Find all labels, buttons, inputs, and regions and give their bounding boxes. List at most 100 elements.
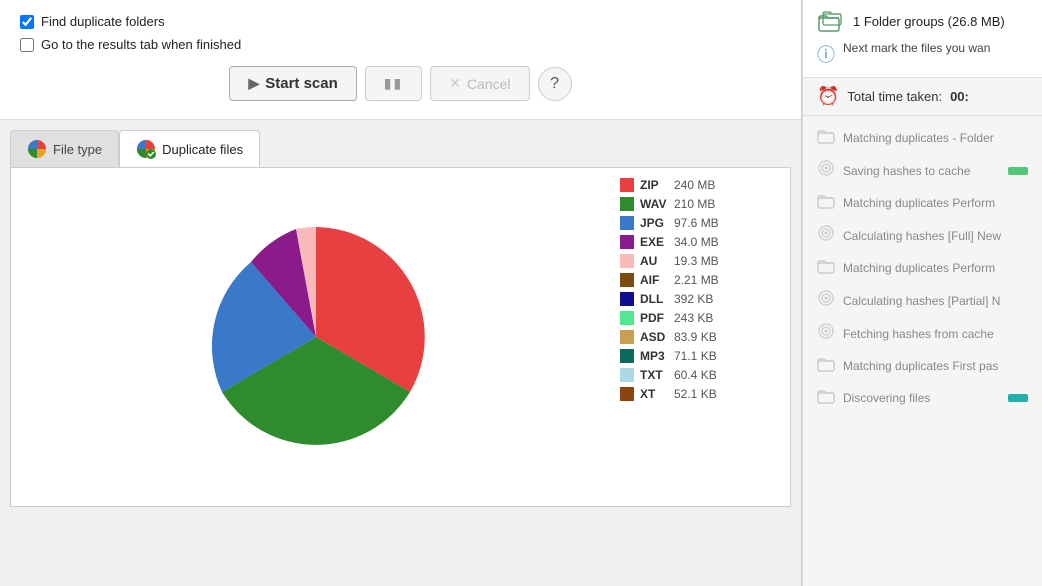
legend-color-box <box>620 197 634 211</box>
find-duplicates-row: Find duplicate folders <box>20 14 781 29</box>
progress-item: Matching duplicates First pas <box>803 350 1042 382</box>
legend-size: 52.1 KB <box>674 387 717 401</box>
folder-groups-row: 1 Folder groups (26.8 MB) <box>817 10 1028 32</box>
legend-item: ASD 83.9 KB <box>620 330 776 344</box>
progress-item-text: Fetching hashes from cache <box>843 327 1028 341</box>
progress-item: Fetching hashes from cache <box>803 317 1042 350</box>
progress-item-icon <box>817 193 835 214</box>
goto-results-checkbox[interactable] <box>20 38 34 52</box>
progress-item-text: Discovering files <box>843 391 1000 405</box>
legend-color-box <box>620 311 634 325</box>
total-time-value: 00: <box>950 89 969 104</box>
tab-bar: File type Duplicate files <box>10 130 791 167</box>
legend-color-box <box>620 254 634 268</box>
progress-item-icon <box>817 356 835 377</box>
progress-item-icon <box>817 159 835 182</box>
legend-size: 392 KB <box>674 292 713 306</box>
left-panel: Find duplicate folders Go to the results… <box>0 0 802 586</box>
progress-item: Matching duplicates - Folder <box>803 122 1042 154</box>
find-duplicates-checkbox[interactable] <box>20 15 34 29</box>
progress-item-icon <box>817 388 835 409</box>
tabs-container: File type Duplicate files <box>0 130 801 586</box>
legend-color-box <box>620 349 634 363</box>
tab-duplicate-files[interactable]: Duplicate files <box>119 130 260 167</box>
legend-item: AIF 2.21 MB <box>620 273 776 287</box>
legend-item: XT 52.1 KB <box>620 387 776 401</box>
progress-item-text: Matching duplicates - Folder <box>843 131 1028 145</box>
start-scan-button[interactable]: ▶ Start scan <box>229 66 356 101</box>
legend-size: 83.9 KB <box>674 330 717 344</box>
info-row: ⓘ Next mark the files you wan <box>817 40 1028 67</box>
legend-color-box <box>620 330 634 344</box>
tab-duplicate-files-label: Duplicate files <box>162 142 243 157</box>
legend-name: AU <box>640 254 668 268</box>
legend-name: TXT <box>640 368 668 382</box>
progress-item: Saving hashes to cache <box>803 154 1042 187</box>
legend-color-box <box>620 216 634 230</box>
progress-item-text: Matching duplicates Perform <box>843 196 1028 210</box>
legend-item: PDF 243 KB <box>620 311 776 325</box>
legend-name: WAV <box>640 197 668 211</box>
progress-bar <box>1008 394 1028 402</box>
start-scan-label: Start scan <box>265 75 338 92</box>
file-type-tab-icon <box>27 139 47 159</box>
progress-item: Matching duplicates Perform <box>803 187 1042 219</box>
time-row: ⏰ Total time taken: 00: <box>803 78 1042 116</box>
legend-name: MP3 <box>640 349 668 363</box>
help-button[interactable]: ? <box>538 67 572 101</box>
progress-item: Discovering files <box>803 382 1042 414</box>
progress-item: Calculating hashes [Full] New <box>803 219 1042 252</box>
progress-list: Matching duplicates - Folder Saving hash… <box>803 116 1042 586</box>
legend-item: MP3 71.1 KB <box>620 349 776 363</box>
legend-color-box <box>620 235 634 249</box>
info-icon: ⓘ <box>817 41 835 67</box>
legend-name: PDF <box>640 311 668 325</box>
progress-item-text: Saving hashes to cache <box>843 164 1000 178</box>
progress-item: Calculating hashes [Partial] N <box>803 284 1042 317</box>
legend-name: DLL <box>640 292 668 306</box>
goto-results-label: Go to the results tab when finished <box>41 37 241 52</box>
cancel-button[interactable]: ✕ Cancel <box>430 66 529 101</box>
legend-size: 2.21 MB <box>674 273 719 287</box>
legend-size: 210 MB <box>674 197 715 211</box>
progress-item-icon <box>817 289 835 312</box>
legend-item: AU 19.3 MB <box>620 254 776 268</box>
legend-size: 71.1 KB <box>674 349 717 363</box>
legend-size: 34.0 MB <box>674 235 719 249</box>
play-icon: ▶ <box>248 75 259 92</box>
pause-button[interactable]: ▮▮ <box>365 66 422 101</box>
progress-item-icon <box>817 224 835 247</box>
right-top-info: 1 Folder groups (26.8 MB) ⓘ Next mark th… <box>803 0 1042 78</box>
legend-name: JPG <box>640 216 668 230</box>
legend-name: ZIP <box>640 178 668 192</box>
clock-icon: ⏰ <box>817 86 839 107</box>
next-mark-text: Next mark the files you wan <box>843 40 990 57</box>
tab-file-type-label: File type <box>53 142 102 157</box>
folder-groups-icon <box>817 10 845 32</box>
progress-bar <box>1008 167 1028 175</box>
legend-item: JPG 97.6 MB <box>620 216 776 230</box>
progress-item: Matching duplicates Perform <box>803 252 1042 284</box>
legend-area: ZIP 240 MB WAV 210 MB JPG 97.6 MB EXE 34… <box>620 178 780 478</box>
progress-item-text: Calculating hashes [Partial] N <box>843 294 1028 308</box>
legend-size: 240 MB <box>674 178 715 192</box>
total-time-label: Total time taken: <box>847 89 942 104</box>
right-panel: 1 Folder groups (26.8 MB) ⓘ Next mark th… <box>802 0 1042 586</box>
legend-item: TXT 60.4 KB <box>620 368 776 382</box>
tab-content: ZIP 240 MB WAV 210 MB JPG 97.6 MB EXE 34… <box>10 167 791 507</box>
progress-item-icon <box>817 128 835 149</box>
legend-size: 97.6 MB <box>674 216 719 230</box>
legend-item: EXE 34.0 MB <box>620 235 776 249</box>
action-buttons-row: ▶ Start scan ▮▮ ✕ Cancel ? <box>20 66 781 101</box>
pie-chart-area <box>21 178 610 496</box>
progress-item-icon <box>817 258 835 279</box>
legend-color-box <box>620 368 634 382</box>
legend-size: 243 KB <box>674 311 713 325</box>
progress-item-text: Matching duplicates Perform <box>843 261 1028 275</box>
options-area: Find duplicate folders Go to the results… <box>0 0 801 120</box>
tab-file-type[interactable]: File type <box>10 130 119 167</box>
cancel-x-icon: ✕ <box>449 75 461 92</box>
legend-name: EXE <box>640 235 668 249</box>
legend-item: DLL 392 KB <box>620 292 776 306</box>
legend-color-box <box>620 273 634 287</box>
